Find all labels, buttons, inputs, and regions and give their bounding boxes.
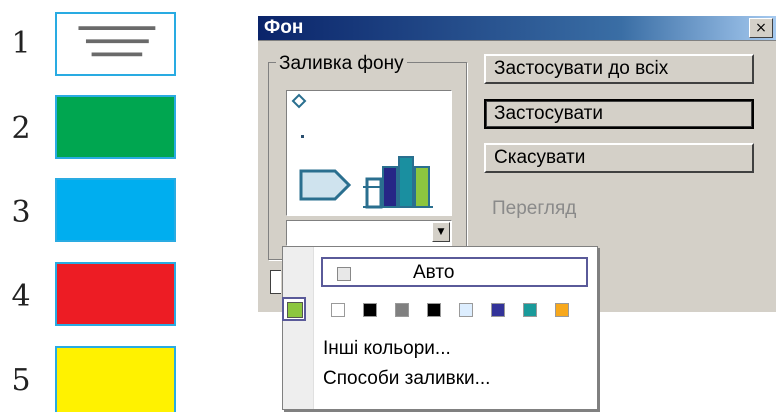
color-swatch-green	[287, 302, 303, 318]
apply-button[interactable]: Застосувати	[484, 99, 754, 129]
fill-effects-item[interactable]: Способи заливки...	[323, 367, 490, 391]
menu-gutter	[283, 247, 314, 409]
fill-color-combo[interactable]: ▼	[286, 220, 452, 246]
legend-number-5: 5	[11, 363, 31, 398]
legend-number-4: 4	[11, 279, 31, 314]
legend-swatch-4	[55, 262, 176, 326]
legend-number-2: 2	[11, 111, 31, 146]
chevron-down-icon[interactable]: ▼	[432, 222, 450, 242]
dialog-title: Фон	[264, 17, 304, 38]
text-lines-icon	[78, 26, 156, 57]
fill-group-label: Заливка фону	[276, 54, 407, 74]
checkbox[interactable]	[270, 270, 281, 294]
preview-button[interactable]: Перегляд	[484, 196, 754, 226]
bar-2	[382, 166, 398, 208]
bar-4	[414, 166, 430, 208]
apply-all-button[interactable]: Застосувати до всіх	[484, 54, 754, 84]
color-swatch-black[interactable]	[363, 303, 377, 317]
legend-swatch-1	[55, 12, 176, 76]
preview-image	[291, 93, 433, 209]
legend-number-1: 1	[11, 26, 31, 61]
legend-swatch-5	[55, 346, 176, 412]
dialog-titlebar[interactable]: Фон ×	[258, 16, 776, 41]
diamond-shape	[291, 93, 307, 109]
close-icon: ×	[755, 20, 767, 36]
dot-shape	[301, 135, 304, 138]
bar-1	[365, 177, 383, 209]
auto-color-item[interactable]: Авто	[321, 257, 588, 287]
color-popup-menu: Авто Інші кольори... Способи заливки...	[282, 246, 598, 410]
arrow-shape	[299, 169, 352, 201]
cancel-button[interactable]: Скасувати	[484, 143, 754, 173]
color-swatch-white[interactable]	[331, 303, 345, 317]
color-swatch-light-blue[interactable]	[459, 303, 473, 317]
color-swatch-green-selected[interactable]	[282, 297, 306, 321]
legend-swatch-3	[55, 178, 176, 242]
auto-color-label: Авто	[413, 262, 455, 283]
color-swatch-black-2[interactable]	[427, 303, 441, 317]
legend-number-3: 3	[11, 195, 31, 230]
legend-swatch-2	[55, 95, 176, 159]
color-swatch-dark-blue[interactable]	[491, 303, 505, 317]
color-swatch-teal[interactable]	[523, 303, 537, 317]
bar-3	[398, 156, 414, 208]
close-button[interactable]: ×	[749, 18, 773, 38]
color-swatch-gray[interactable]	[395, 303, 409, 317]
fill-preview	[286, 90, 452, 216]
auto-color-swatch	[337, 267, 351, 281]
more-colors-item[interactable]: Інші кольори...	[323, 337, 451, 361]
color-swatch-orange[interactable]	[555, 303, 569, 317]
